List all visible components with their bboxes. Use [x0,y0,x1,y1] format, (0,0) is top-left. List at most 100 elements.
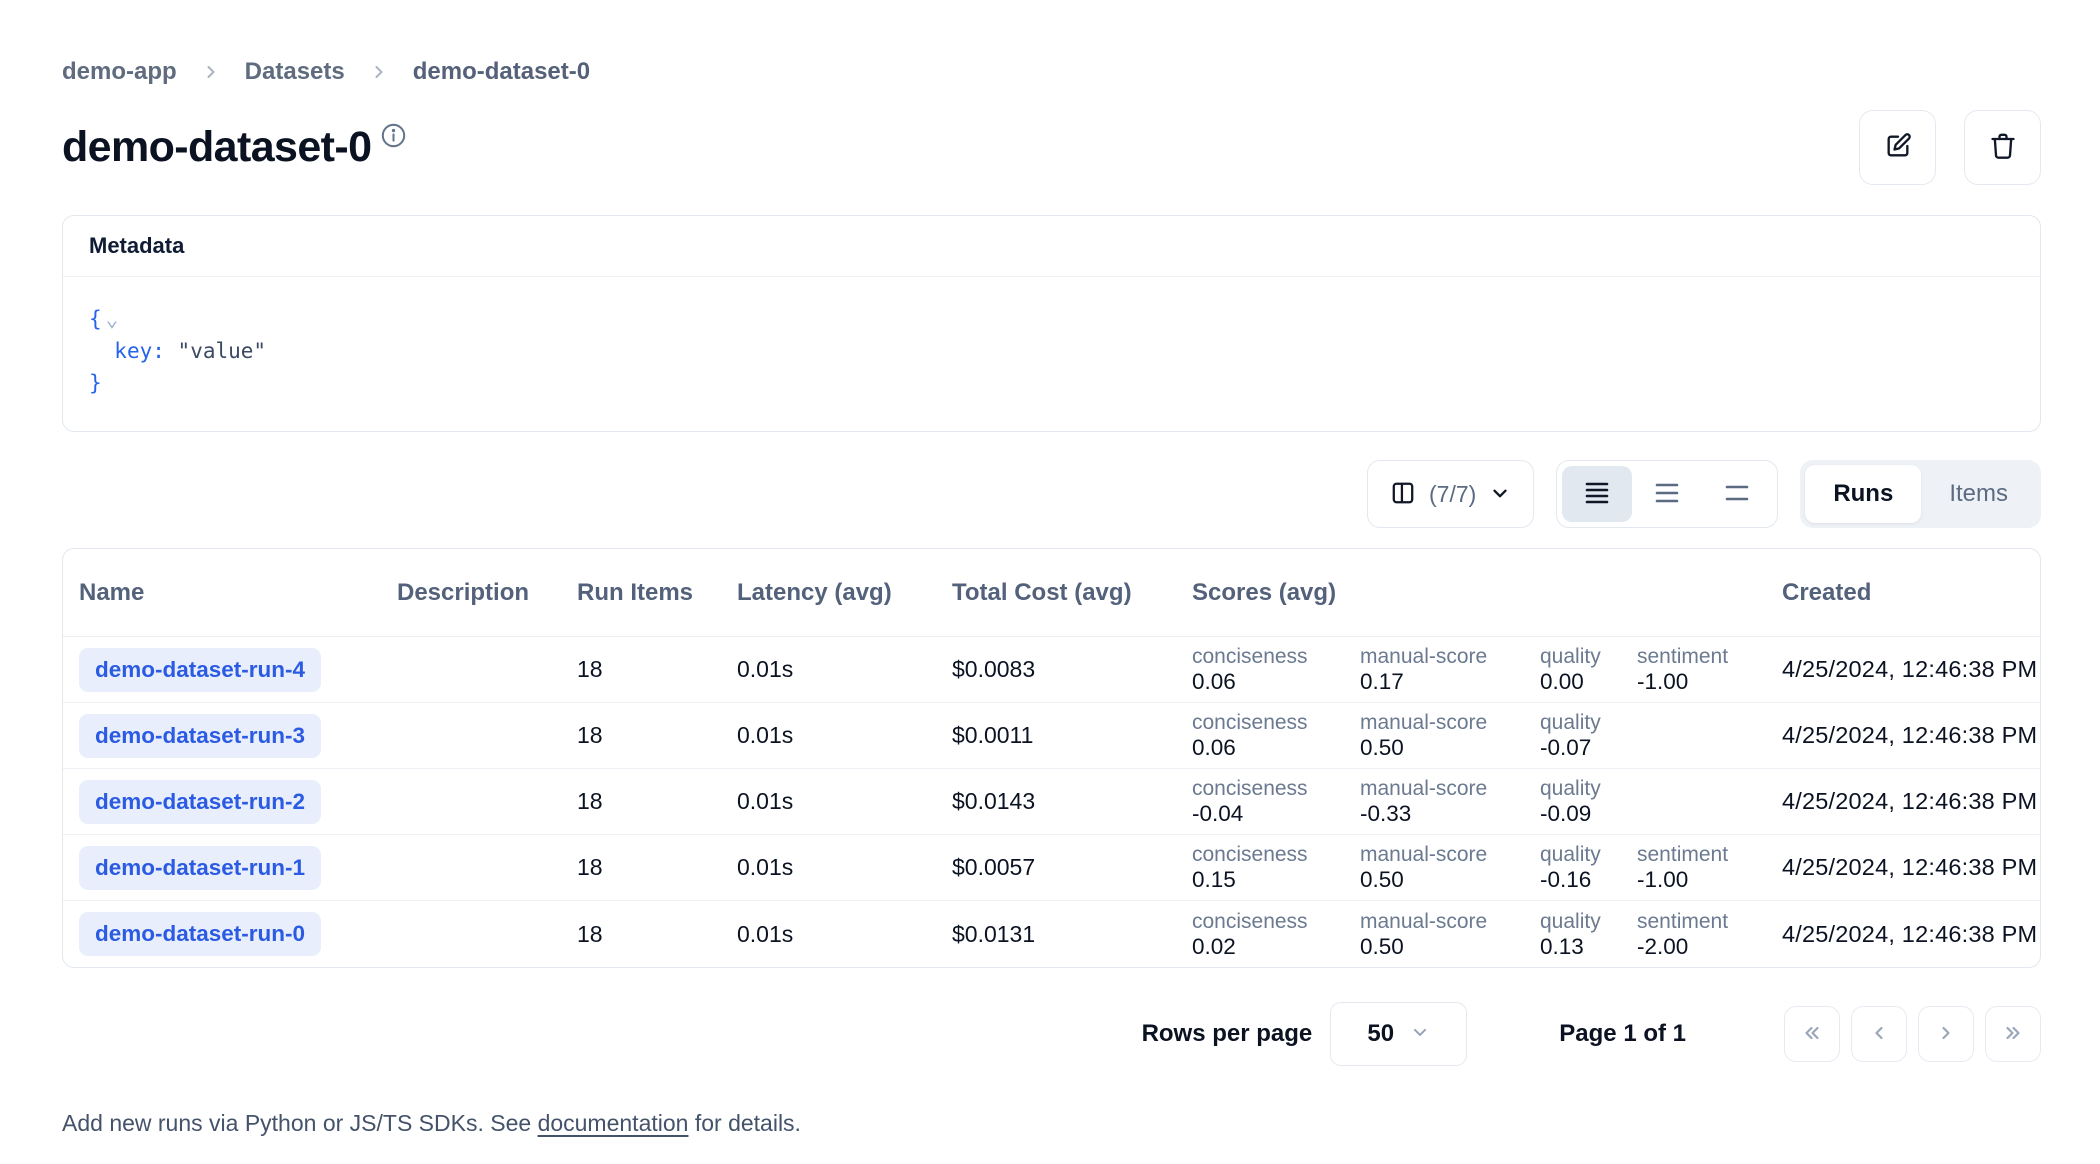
runs-table: Name Description Run Items Latency (avg)… [62,548,2041,968]
score-quality: quality-0.09 [1540,776,1637,827]
rows-medium-icon [1653,479,1681,510]
run-name-link[interactable]: demo-dataset-run-0 [79,912,321,956]
score-manual-score: manual-score-0.33 [1360,776,1540,827]
cell-latency: 0.01s [721,788,936,815]
row-height-medium-button[interactable] [1632,466,1702,522]
run-name-link[interactable]: demo-dataset-run-4 [79,648,321,692]
score-manual-score: manual-score0.17 [1360,644,1540,695]
table-toolbar: (7/7) Runs Ite [62,460,2041,528]
cell-scores: conciseness0.06manual-score0.50quality-0… [1176,710,1766,761]
json-value: "value" [178,339,267,363]
breadcrumb-item-current[interactable]: demo-dataset-0 [413,58,590,86]
row-height-large-button[interactable] [1702,466,1772,522]
cell-total-cost: $0.0131 [936,921,1176,948]
pagination-buttons [1784,1006,2041,1062]
score-quality: quality0.13 [1540,909,1637,960]
chevron-left-icon [1867,1021,1891,1048]
rows-per-page-label: Rows per page [1142,1020,1313,1048]
chevron-right-icon [1934,1021,1958,1048]
col-header-latency: Latency (avg) [721,579,936,607]
cell-total-cost: $0.0057 [936,854,1176,881]
score-manual-score: manual-score0.50 [1360,710,1540,761]
table-row[interactable]: demo-dataset-run-3 18 0.01s $0.0011 conc… [63,703,2040,769]
tab-items[interactable]: Items [1921,465,2036,523]
score-conciseness: conciseness0.02 [1192,909,1360,960]
rows-per-page-value: 50 [1367,1020,1394,1048]
cell-run-items: 18 [561,722,721,749]
json-key: key [114,339,152,363]
score-sentiment: sentiment-1.00 [1637,842,1766,893]
rows-dense-icon [1583,479,1611,510]
chevron-right-icon [201,62,221,82]
chevrons-right-icon [2001,1021,2025,1048]
cell-latency: 0.01s [721,921,936,948]
rows-per-page-select[interactable]: 50 [1330,1002,1467,1066]
row-height-small-button[interactable] [1562,466,1632,522]
cell-total-cost: $0.0011 [936,722,1176,749]
score-manual-score: manual-score0.50 [1360,842,1540,893]
column-count-label: (7/7) [1429,481,1476,508]
breadcrumb-item-project[interactable]: demo-app [62,58,177,86]
table-row[interactable]: demo-dataset-run-2 18 0.01s $0.0143 conc… [63,769,2040,835]
score-sentiment: sentiment-2.00 [1637,909,1766,960]
table-row[interactable]: demo-dataset-run-1 18 0.01s $0.0057 conc… [63,835,2040,901]
score-quality: quality-0.16 [1540,842,1637,893]
previous-page-button[interactable] [1851,1006,1907,1062]
page-indicator: Page 1 of 1 [1559,1020,1686,1048]
info-icon[interactable] [380,122,407,154]
cell-run-items: 18 [561,656,721,683]
rows-tall-icon [1723,479,1751,510]
score-quality: quality-0.07 [1540,710,1637,761]
chevron-down-icon [1410,1022,1430,1047]
table-row[interactable]: demo-dataset-run-0 18 0.01s $0.0131 conc… [63,901,2040,967]
runs-items-tabs: Runs Items [1800,460,2041,528]
title-row: demo-dataset-0 [62,110,2041,185]
sdk-hint-text: Add new runs via Python or JS/TS SDKs. S… [62,1110,2041,1137]
cell-created: 4/25/2024, 12:46:38 PM [1766,854,2040,881]
first-page-button[interactable] [1784,1006,1840,1062]
cell-created: 4/25/2024, 12:46:38 PM [1766,788,2040,815]
next-page-button[interactable] [1918,1006,1974,1062]
edit-dataset-button[interactable] [1859,110,1936,185]
chevron-right-icon [369,62,389,82]
metadata-card: Metadata {⌄ key: "value" } [62,215,2041,432]
breadcrumb: demo-app Datasets demo-dataset-0 [62,58,2041,86]
table-row[interactable]: demo-dataset-run-4 18 0.01s $0.0083 conc… [63,637,2040,703]
tab-runs[interactable]: Runs [1805,465,1921,523]
cell-created: 4/25/2024, 12:46:38 PM [1766,921,2040,948]
delete-dataset-button[interactable] [1964,110,2041,185]
cell-scores: conciseness0.15manual-score0.50quality-0… [1176,842,1766,893]
col-header-run-items: Run Items [561,579,721,607]
breadcrumb-item-datasets[interactable]: Datasets [245,58,345,86]
metadata-json-viewer: {⌄ key: "value" } [63,277,2040,431]
cell-created: 4/25/2024, 12:46:38 PM [1766,722,2040,749]
cell-total-cost: $0.0143 [936,788,1176,815]
cell-latency: 0.01s [721,722,936,749]
metadata-card-title: Metadata [63,216,2040,277]
chevrons-left-icon [1800,1021,1824,1048]
score-conciseness: conciseness0.06 [1192,710,1360,761]
run-name-link[interactable]: demo-dataset-run-3 [79,714,321,758]
score-conciseness: conciseness0.06 [1192,644,1360,695]
cell-total-cost: $0.0083 [936,656,1176,683]
run-name-link[interactable]: demo-dataset-run-2 [79,780,321,824]
col-header-total-cost: Total Cost (avg) [936,579,1176,607]
json-line-kv: key: "value" [89,335,2014,367]
row-height-toggle [1556,460,1778,528]
table-header-row: Name Description Run Items Latency (avg)… [63,549,2040,637]
score-conciseness: conciseness0.15 [1192,842,1360,893]
column-visibility-button[interactable]: (7/7) [1367,460,1534,528]
json-line-close: } [89,367,2014,399]
columns-icon [1390,480,1416,509]
cell-latency: 0.01s [721,656,936,683]
documentation-link[interactable]: documentation [538,1110,689,1136]
json-line-open: {⌄ [89,303,2014,335]
col-header-scores: Scores (avg) [1176,579,1766,607]
last-page-button[interactable] [1985,1006,2041,1062]
cell-run-items: 18 [561,921,721,948]
run-name-link[interactable]: demo-dataset-run-1 [79,846,321,890]
page-title: demo-dataset-0 [62,124,371,171]
col-header-description: Description [381,579,561,607]
edit-icon [1884,132,1912,163]
collapse-caret-icon[interactable]: ⌄ [106,303,119,335]
